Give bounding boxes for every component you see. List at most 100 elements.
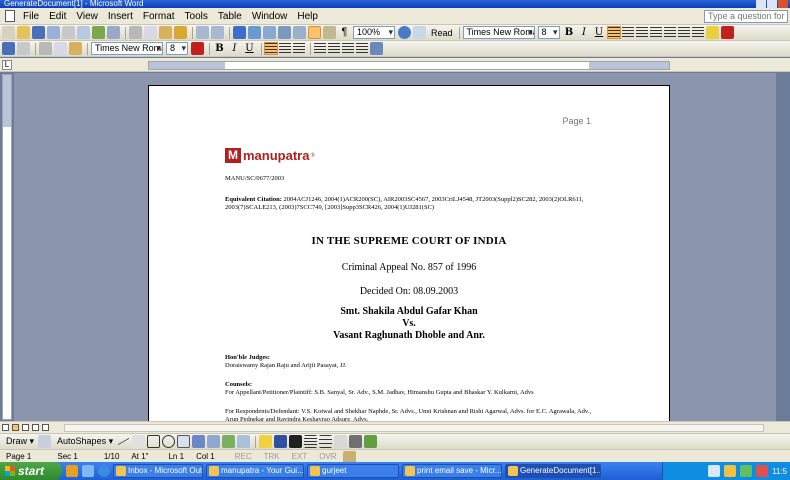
menu-view[interactable]: View <box>71 8 103 25</box>
tray-volume-icon[interactable] <box>740 465 753 477</box>
menu-help[interactable]: Help <box>292 8 323 25</box>
decrease-indent-button[interactable] <box>342 43 354 54</box>
read-icon[interactable] <box>413 26 426 39</box>
vertical-ruler[interactable] <box>2 74 12 420</box>
numbering-button[interactable] <box>314 43 326 54</box>
draw-menu-button[interactable]: Draw ▾ <box>2 436 38 447</box>
horizontal-ruler[interactable] <box>148 61 670 70</box>
help-icon[interactable] <box>398 26 411 39</box>
show-hide-icon[interactable]: ¶ <box>338 26 351 39</box>
menu-window[interactable]: Window <box>247 8 293 25</box>
tab-selector[interactable]: L <box>2 60 12 70</box>
arrow-icon[interactable] <box>132 435 146 448</box>
line-icon[interactable] <box>117 437 130 446</box>
status-ovr[interactable]: OVR <box>313 450 342 462</box>
permission-icon[interactable] <box>47 26 60 39</box>
font-size-select-top[interactable]: 8 <box>537 26 560 39</box>
cut-icon[interactable] <box>129 26 142 39</box>
paste-icon[interactable] <box>159 26 172 39</box>
drawing-icon[interactable] <box>308 26 321 39</box>
quicklaunch-outlook-icon[interactable] <box>66 465 78 477</box>
line-color-icon[interactable] <box>274 435 288 448</box>
close-button[interactable] <box>778 0 788 8</box>
task-inbox-outlook[interactable]: Inbox - Microsoft Out... <box>113 464 203 478</box>
tables-borders-icon[interactable] <box>248 26 261 39</box>
italic-button-top[interactable]: I <box>578 27 591 38</box>
arrow-style-icon[interactable] <box>334 435 348 448</box>
menu-tools[interactable]: Tools <box>180 8 213 25</box>
web-layout-button[interactable] <box>12 424 19 431</box>
zoom-select[interactable]: 100% <box>353 26 395 39</box>
insert-picture-icon[interactable] <box>237 435 251 448</box>
task-manupatra-browser[interactable]: manupatra - Your Gui... <box>206 464 304 478</box>
document-map-icon[interactable] <box>323 26 336 39</box>
hyperlink-icon[interactable] <box>233 26 246 39</box>
bullets-button-top[interactable] <box>691 27 704 38</box>
quicklaunch-desktop-icon[interactable] <box>82 465 94 477</box>
rectangle-icon[interactable] <box>147 435 161 448</box>
menu-edit[interactable]: Edit <box>44 8 71 25</box>
task-print-email-save[interactable]: print email save - Micr... <box>402 464 502 478</box>
font-size-select[interactable]: 8 <box>166 42 188 55</box>
highlight-icon[interactable] <box>705 26 719 39</box>
insert-table-icon[interactable] <box>263 26 276 39</box>
text-box-icon[interactable] <box>177 435 191 448</box>
read-button[interactable]: Read <box>428 28 456 38</box>
numbering-button-top[interactable] <box>677 27 690 38</box>
save-icon-2[interactable] <box>2 42 15 55</box>
normal-view-button[interactable] <box>2 424 9 431</box>
copy-icon[interactable] <box>144 26 157 39</box>
quicklaunch-ie-icon[interactable] <box>98 465 110 477</box>
status-ext[interactable]: EXT <box>286 450 314 462</box>
outline-view-button[interactable] <box>32 424 39 431</box>
document-icon[interactable] <box>5 10 15 22</box>
wordart-icon[interactable] <box>192 435 206 448</box>
font-color-icon-top[interactable] <box>720 26 734 39</box>
font-select[interactable]: Times New Roman <box>91 42 163 55</box>
increase-indent-button[interactable] <box>356 43 368 54</box>
tray-alert-icon[interactable] <box>756 465 769 477</box>
horizontal-scrollbar[interactable] <box>64 424 764 432</box>
shadow-style-icon[interactable] <box>349 435 363 448</box>
select-objects-icon[interactable] <box>38 435 52 448</box>
research-icon[interactable] <box>107 26 120 39</box>
font-select-top[interactable]: Times New Roman <box>462 26 535 39</box>
status-rec[interactable]: REC <box>221 450 258 462</box>
new-document-icon[interactable] <box>2 26 15 39</box>
spelling-icon[interactable] <box>92 26 105 39</box>
print-icon-2[interactable] <box>17 42 30 55</box>
tray-network-icon[interactable] <box>708 465 721 477</box>
diagram-icon[interactable] <box>207 435 221 448</box>
underline-button[interactable]: U <box>243 43 256 54</box>
bullets-button[interactable] <box>328 43 340 54</box>
copy-icon-2[interactable] <box>54 42 67 55</box>
drawing-font-color-icon[interactable] <box>289 435 303 448</box>
justify-button-top[interactable] <box>649 27 662 38</box>
italic-button[interactable]: I <box>228 43 241 54</box>
insert-excel-icon[interactable] <box>278 26 291 39</box>
menu-file[interactable]: File <box>18 8 44 25</box>
paste-icon-2[interactable] <box>69 42 82 55</box>
help-search-input[interactable]: Type a question for help <box>704 10 788 23</box>
open-icon[interactable] <box>17 26 30 39</box>
reading-layout-button[interactable] <box>42 424 49 431</box>
toolbar-options-icon[interactable] <box>370 42 383 55</box>
print-preview-icon[interactable] <box>77 26 90 39</box>
oval-icon[interactable] <box>162 435 176 448</box>
underline-button-top[interactable]: U <box>593 27 606 38</box>
3d-style-icon[interactable] <box>364 435 378 448</box>
save-icon[interactable] <box>32 26 45 39</box>
clip-art-icon[interactable] <box>222 435 236 448</box>
document-page[interactable]: Page 1 M manupatra ® MANU/SC/0677/2003 E… <box>148 85 670 421</box>
line-spacing-button[interactable] <box>663 27 676 38</box>
undo-icon[interactable] <box>196 26 209 39</box>
tray-security-icon[interactable] <box>724 465 737 477</box>
menu-format[interactable]: Format <box>138 8 180 25</box>
align-left-button-top[interactable] <box>606 26 621 39</box>
align-center-button[interactable] <box>279 43 291 54</box>
align-left-button[interactable] <box>264 42 278 55</box>
bold-button[interactable]: B <box>213 43 226 54</box>
autoshapes-button[interactable]: AutoShapes ▾ <box>53 436 117 447</box>
align-right-button-top[interactable] <box>635 27 648 38</box>
task-generate-document[interactable]: GenerateDocument[1... <box>505 464 601 478</box>
